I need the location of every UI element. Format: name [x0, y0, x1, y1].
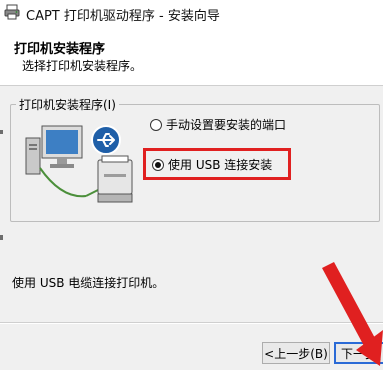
radio-usb-connect[interactable]: 使用 USB 连接安装: [152, 156, 272, 173]
computer-usb-printer-icon: [25, 125, 133, 203]
radio-manual-port-indicator[interactable]: [150, 118, 162, 131]
next-button[interactable]: 下一步(: [334, 342, 383, 364]
bottom-separator: [0, 322, 383, 324]
edge-line-bottom: [0, 235, 3, 240]
window-title: CAPT 打印机驱动程序 - 安装向导: [26, 9, 220, 24]
edge-line-top: [0, 130, 3, 134]
wizard-header: 打印机安装程序 选择打印机安装程序。: [0, 30, 383, 86]
page-heading: 打印机安装程序: [14, 42, 106, 57]
title-bar: CAPT 打印机驱动程序 - 安装向导: [0, 0, 383, 31]
page-subheading: 选择打印机安装程序。: [22, 59, 143, 73]
radio-manual-port[interactable]: 手动设置要安装的端口: [150, 116, 286, 133]
description-text: 使用 USB 电缆连接打印机。: [12, 276, 165, 290]
installer-window: CAPT 打印机驱动程序 - 安装向导 打印机安装程序 选择打印机安装程序。 打…: [0, 0, 383, 370]
group-box-label: 打印机安装程序(I): [16, 96, 119, 113]
back-button[interactable]: <上一步(B): [262, 342, 330, 364]
radio-usb-connect-indicator[interactable]: [152, 158, 164, 171]
radio-usb-connect-label: 使用 USB 连接安装: [168, 158, 273, 172]
radio-manual-port-label: 手动设置要安装的端口: [166, 118, 287, 132]
printer-icon: [4, 4, 20, 20]
